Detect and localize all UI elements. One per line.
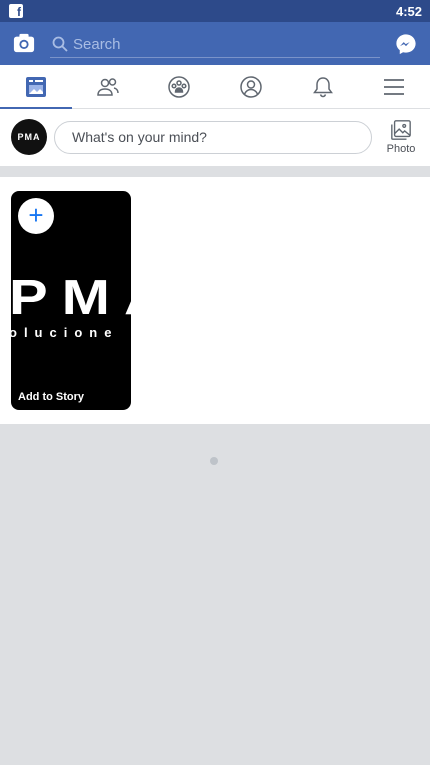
status-time: 4:52 <box>395 4 422 19</box>
friends-icon <box>96 77 119 96</box>
whats-on-your-mind-input[interactable]: What's on your mind? <box>54 121 372 154</box>
add-to-story-card[interactable]: PMA olucione + Add to Story <box>11 191 131 410</box>
story-card-subtext: olucione <box>11 325 119 340</box>
search-bar[interactable] <box>50 30 380 58</box>
profile-icon <box>240 75 262 98</box>
photo-button[interactable]: Photo <box>380 119 422 159</box>
tab-friends[interactable] <box>72 65 144 108</box>
add-to-story-label: Add to Story <box>18 391 84 403</box>
navigation-tabs <box>0 65 430 109</box>
photo-label: Photo <box>386 143 416 155</box>
tab-notifications[interactable] <box>287 65 359 108</box>
menu-icon <box>384 78 405 95</box>
story-card-logo-text: PMA <box>11 269 131 326</box>
search-icon <box>52 36 68 52</box>
add-story-plus-icon[interactable]: + <box>18 198 54 234</box>
photo-icon <box>391 120 411 140</box>
search-input[interactable] <box>73 34 373 54</box>
top-bar <box>0 22 430 65</box>
groups-icon <box>168 75 190 98</box>
messenger-icon[interactable] <box>395 33 417 55</box>
camera-icon[interactable] <box>13 32 35 54</box>
tab-menu[interactable] <box>358 65 430 108</box>
loading-indicator <box>210 457 218 465</box>
status-bar: f 4:52 <box>0 0 430 22</box>
avatar[interactable]: PMA <box>11 119 47 155</box>
tab-groups[interactable] <box>143 65 215 108</box>
news-feed-icon <box>25 76 46 97</box>
status-composer: PMA What's on your mind? Photo <box>0 109 430 166</box>
tab-news-feed[interactable] <box>0 65 72 109</box>
bell-icon <box>312 76 333 97</box>
facebook-icon: f <box>9 4 23 18</box>
tab-profile[interactable] <box>215 65 287 108</box>
stories-section: PMA olucione + Add to Story <box>0 177 430 424</box>
